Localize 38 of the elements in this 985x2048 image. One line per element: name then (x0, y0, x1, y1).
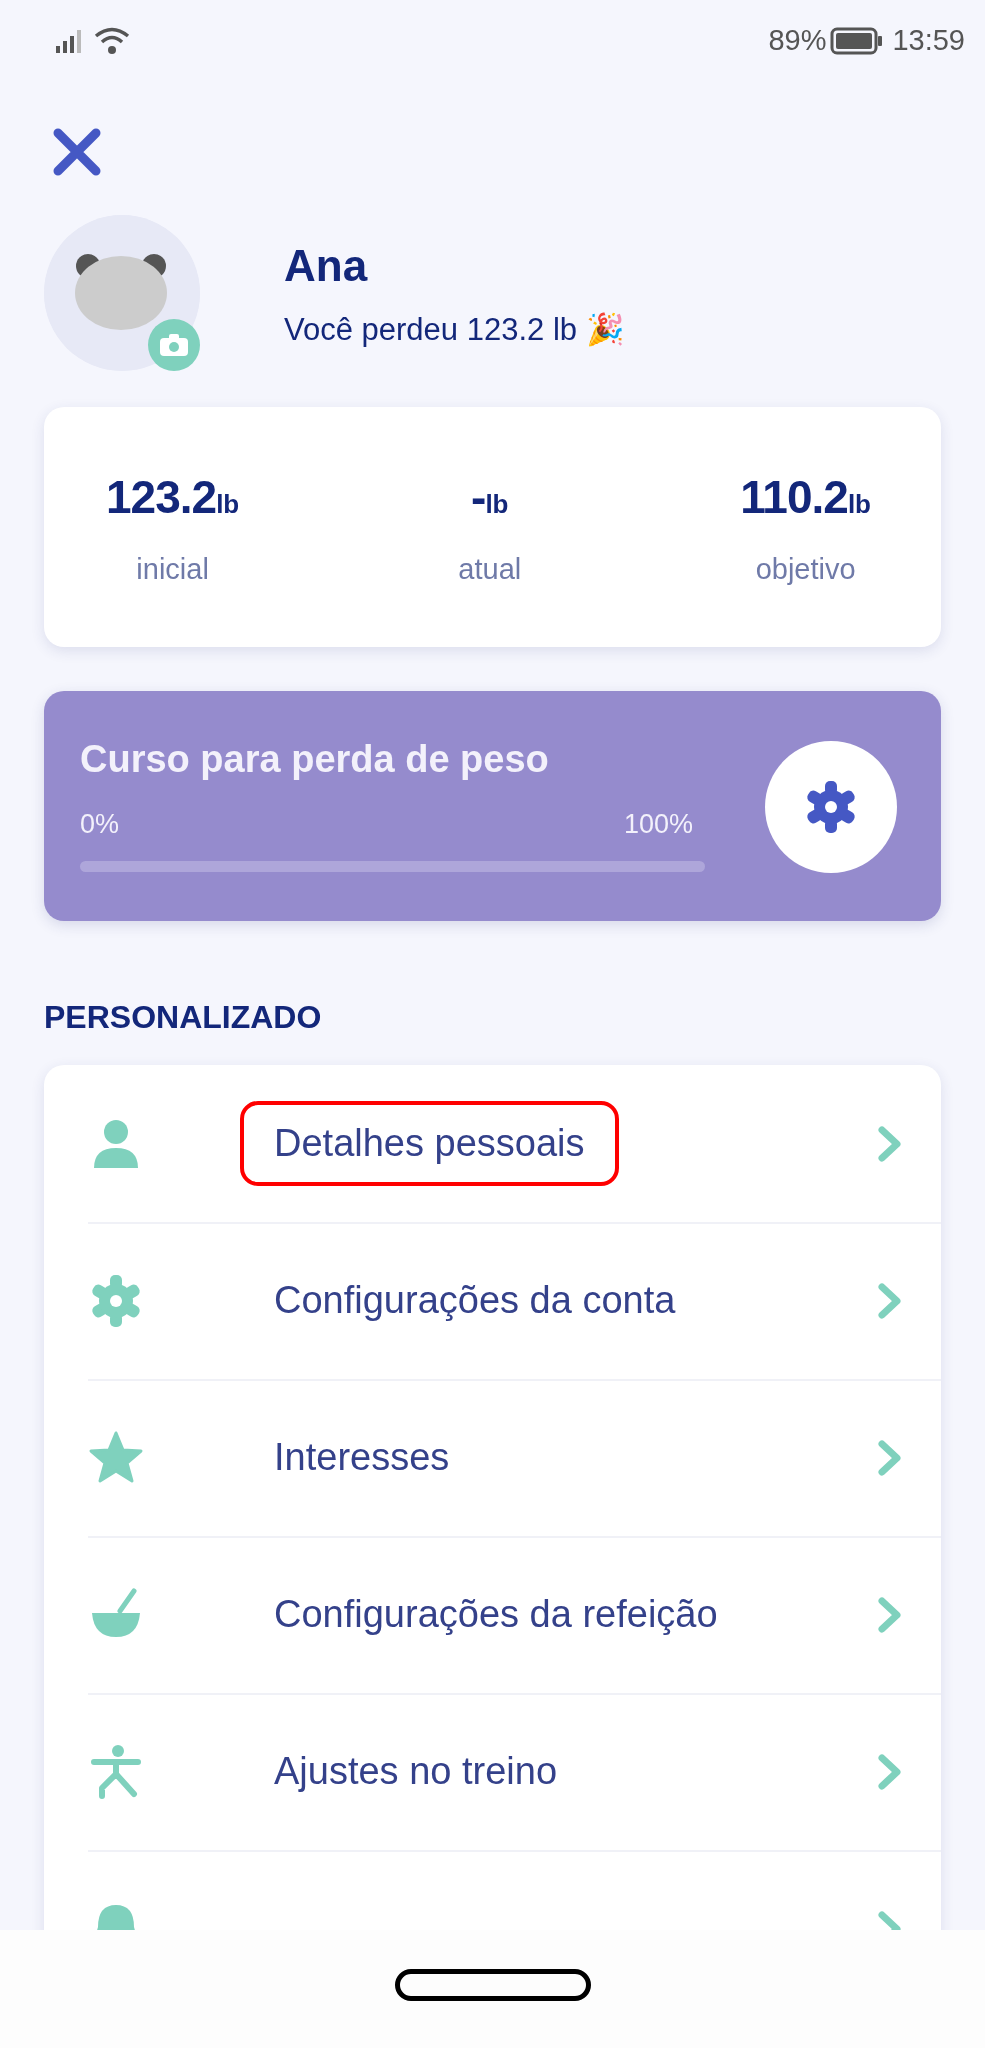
clock-time: 13:59 (892, 23, 965, 59)
stat-value: - (471, 470, 486, 523)
wifi-icon (94, 27, 130, 55)
progress-start: 0% (80, 808, 120, 841)
progress-end: 100% (623, 808, 693, 841)
menu-item[interactable]: Configurações da refeição (44, 1536, 941, 1693)
stat-unit: lb (847, 488, 871, 519)
stat-label: inicial (135, 551, 210, 587)
weight-lost-message: Você perdeu 123.2 lb 🎉 (284, 310, 625, 349)
menu-item[interactable]: Ajustes no treino (44, 1693, 941, 1850)
close-icon[interactable] (52, 127, 102, 177)
camera-icon (160, 334, 188, 356)
menu-item[interactable]: Interesses (44, 1379, 941, 1536)
menu-label: Interesses (273, 1435, 451, 1480)
chevron-right-icon (877, 1438, 903, 1477)
battery-percent: 89% (768, 23, 827, 59)
course-title: Curso para perda de peso (80, 737, 550, 782)
menu-label: Ajustes no treino (273, 1749, 559, 1794)
menu-label: Configurações da conta (273, 1278, 677, 1323)
stat-unit: lb (216, 488, 240, 519)
section-heading: PERSONALIZADO (44, 998, 323, 1037)
stat-value: 110.2 (740, 470, 848, 523)
chevron-right-icon (877, 1281, 903, 1320)
chevron-right-icon (877, 1595, 903, 1634)
stat-value: 123.2 (106, 470, 217, 523)
stat-label: atual (458, 551, 522, 587)
menu-label: Detalhes pessoais (273, 1121, 586, 1166)
chevron-right-icon (877, 1752, 903, 1791)
menu-item[interactable]: Detalhes pessoais (44, 1065, 941, 1222)
chevron-right-icon (877, 1124, 903, 1163)
user-name: Ana (284, 239, 369, 292)
menu-label: Configurações da refeição (273, 1592, 719, 1637)
exercise-icon (88, 1743, 144, 1800)
battery-icon (830, 27, 885, 55)
home-indicator[interactable] (394, 1969, 591, 2001)
stat-label: objetivo (754, 551, 857, 587)
menu-item[interactable]: Configurações da conta (44, 1222, 941, 1379)
stat-unit: lb (485, 488, 509, 519)
